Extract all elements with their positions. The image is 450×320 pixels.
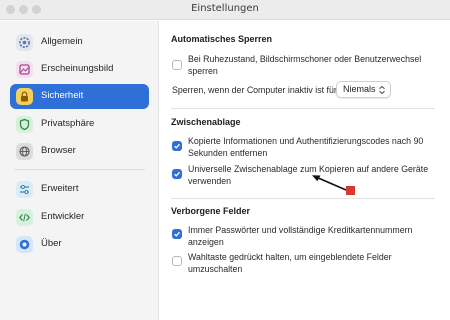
section-title-clipboard: Zwischenablage: [171, 117, 241, 127]
sidebar-item-label: Sicherheit: [41, 90, 84, 101]
sidebar-item-label: Privatsphäre: [41, 118, 95, 129]
sidebar-item-label: Erscheinungsbild: [41, 63, 114, 74]
inactive-lock-label: Sperren, wenn der Computer inaktiv ist f…: [172, 85, 337, 95]
section-divider: [171, 198, 435, 199]
section-divider: [171, 108, 435, 109]
sidebar-item-label: Allgemein: [41, 36, 83, 47]
globe-icon: [16, 143, 33, 160]
sidebar-item-label: Browser: [41, 145, 76, 156]
chevron-up-down-icon: [379, 85, 385, 95]
sidebar-item-label: Über: [41, 238, 62, 249]
checkmark-icon: [174, 143, 181, 149]
info-icon: [16, 236, 33, 253]
sliders-icon: [16, 181, 33, 198]
always-show-passwords-label: Immer Passwörter und vollständige Kredit…: [188, 225, 413, 247]
universal-clipboard-checkbox[interactable]: [172, 169, 182, 179]
checkmark-icon: [174, 171, 181, 177]
sidebar-item-sicherheit[interactable]: Sicherheit: [10, 84, 149, 109]
gear-icon: [16, 34, 33, 51]
title-bar: Einstellungen: [0, 0, 450, 20]
window-title: Einstellungen: [191, 3, 259, 14]
sidebar-item-entwickler[interactable]: Entwickler: [10, 205, 149, 230]
always-show-passwords-checkbox[interactable]: [172, 229, 182, 239]
checkmark-icon: [174, 231, 181, 237]
sidebar-item-erscheinungsbild[interactable]: Erscheinungsbild: [10, 57, 149, 82]
lock-on-sleep-label: Bei Ruhezustand, Bildschirmschoner oder …: [188, 54, 422, 76]
sidebar-item-label: Erweitert: [41, 183, 79, 194]
option-key-toggle-label: Wahltaste gedrückt halten, um eingeblend…: [188, 252, 392, 274]
settings-content: Automatisches Sperren Bei Ruhezustand, B…: [160, 21, 450, 320]
sidebar-item-allgemein[interactable]: Allgemein: [10, 30, 149, 55]
inactive-lock-value: Niemals: [343, 84, 376, 94]
appearance-icon: [16, 61, 33, 78]
sidebar-item-erweitert[interactable]: Erweitert: [10, 177, 149, 202]
section-title-auto-lock: Automatisches Sperren: [171, 34, 273, 44]
sidebar-item-privatsphaere[interactable]: Privatsphäre: [10, 112, 149, 137]
clear-clipboard-checkbox[interactable]: [172, 141, 182, 151]
lock-on-sleep-checkbox[interactable]: [172, 60, 182, 70]
shield-icon: [16, 116, 33, 133]
sidebar-item-ueber[interactable]: Über: [10, 232, 149, 257]
lock-icon: [16, 88, 33, 105]
universal-clipboard-label: Universelle Zwischenablage zum Kopieren …: [188, 164, 429, 186]
sidebar: Allgemein Erscheinungsbild Sicherheit Pr…: [0, 21, 159, 320]
sidebar-divider: [14, 169, 145, 170]
inactive-lock-select[interactable]: Niemals: [336, 81, 391, 98]
section-title-hidden-fields: Verborgene Felder: [171, 206, 251, 216]
code-icon: [16, 209, 33, 226]
sidebar-item-label: Entwickler: [41, 211, 85, 222]
clear-clipboard-label: Kopierte Informationen und Authentifizie…: [188, 136, 424, 158]
option-key-toggle-checkbox[interactable]: [172, 256, 182, 266]
sidebar-item-browser[interactable]: Browser: [10, 139, 149, 164]
